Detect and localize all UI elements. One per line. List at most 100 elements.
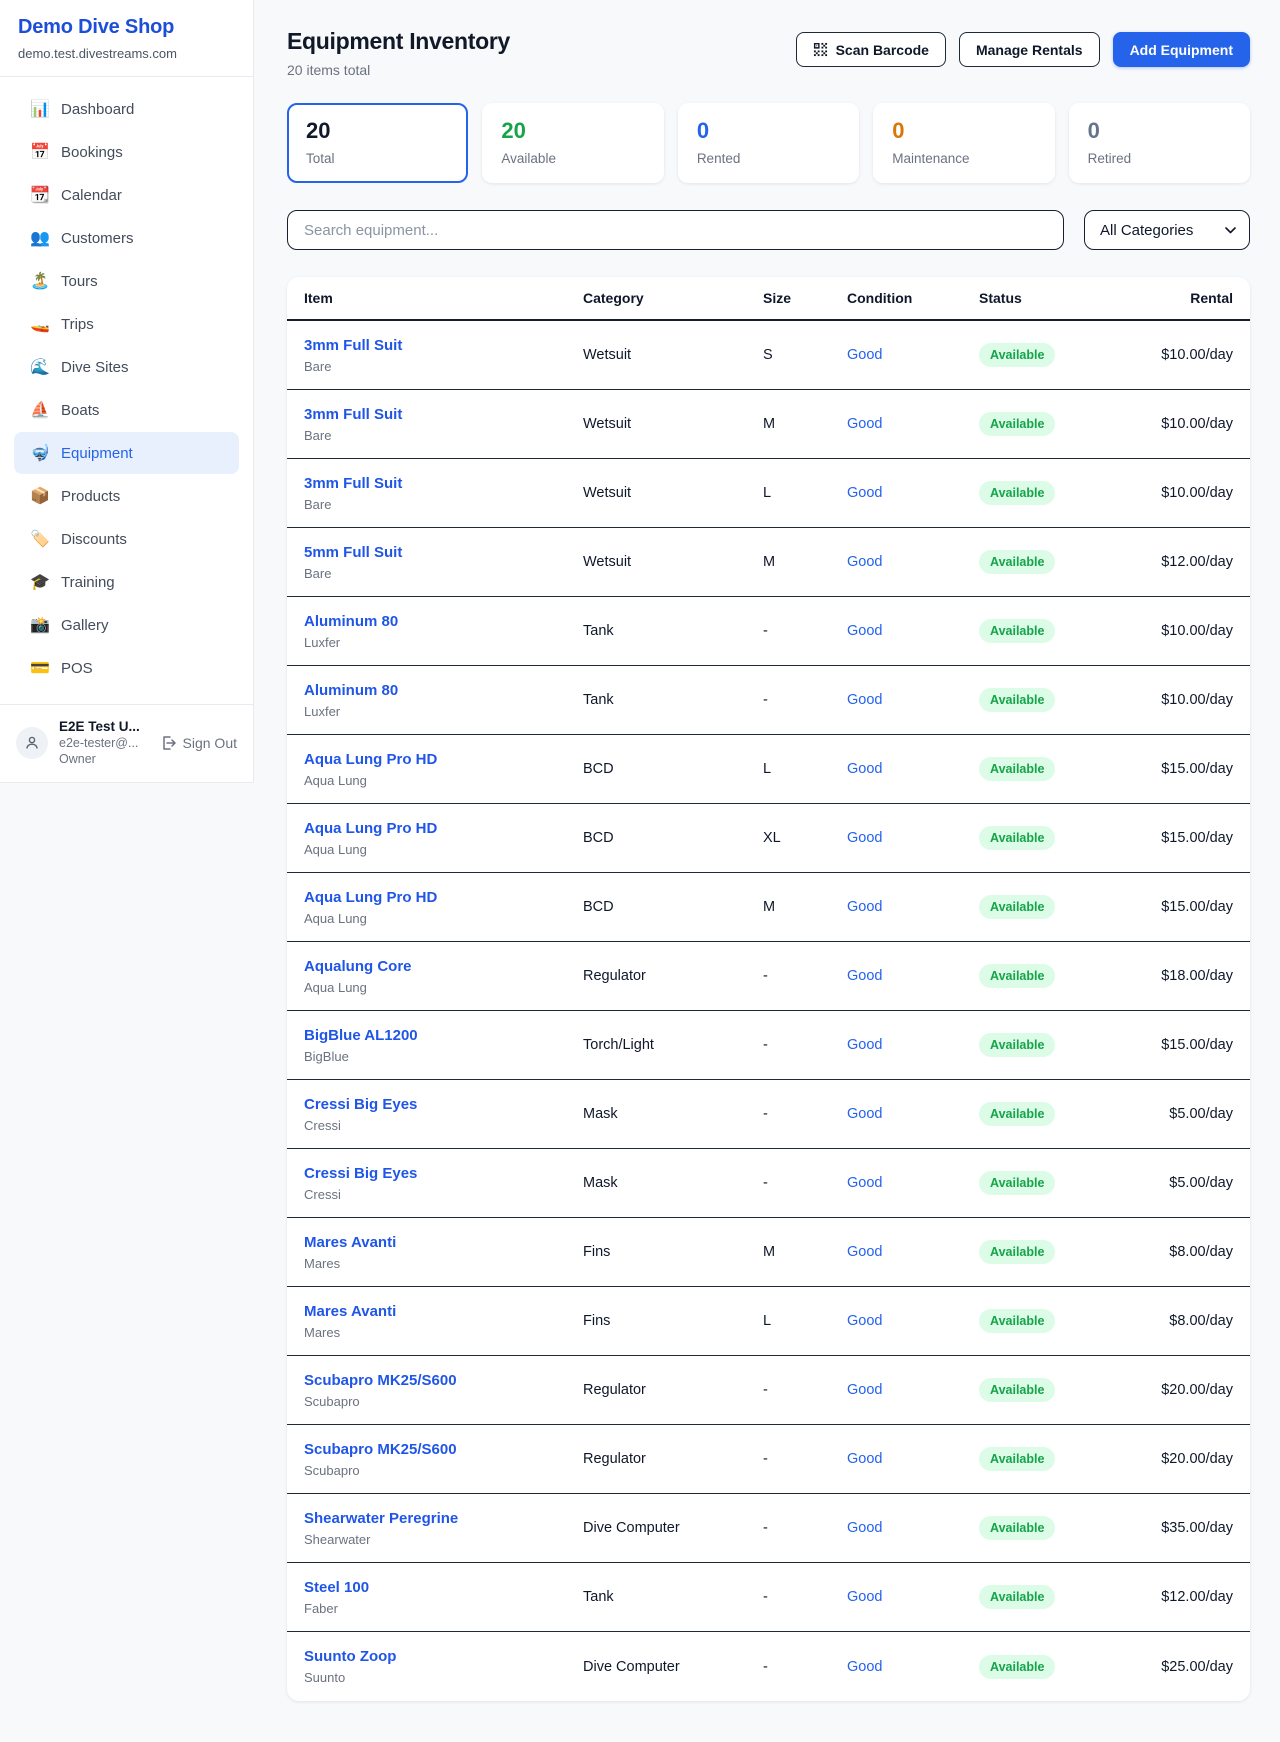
item-name-link[interactable]: Aqualung Core [304,958,412,975]
manage-rentals-label: Manage Rentals [976,42,1083,58]
sidebar-item-training[interactable]: 🎓 Training [14,561,239,603]
scan-barcode-button[interactable]: Scan Barcode [796,32,946,67]
sidebar-item-bookings[interactable]: 📅 Bookings [14,131,239,173]
item-rental-rate: $25.00/day [1119,1659,1233,1675]
item-condition-link[interactable]: Good [847,485,979,501]
item-name-link[interactable]: 3mm Full Suit [304,475,402,492]
item-condition-link[interactable]: Good [847,623,979,639]
item-name-link[interactable]: Mares Avanti [304,1234,396,1251]
brand-title[interactable]: Demo Dive Shop [18,16,235,39]
sidebar-item-pos[interactable]: 💳 POS [14,647,239,689]
item-name-link[interactable]: Cressi Big Eyes [304,1165,417,1182]
sidebar-item-label: Training [61,574,115,591]
stat-card-retired[interactable]: 0 Retired [1069,103,1250,183]
sign-out-button[interactable]: Sign Out [160,735,237,751]
discounts-icon: 🏷️ [30,529,50,549]
pos-icon: 💳 [30,658,50,678]
item-size: - [763,1451,847,1467]
item-brand: Cressi [304,1118,583,1133]
item-condition-link[interactable]: Good [847,1106,979,1122]
sidebar-item-discounts[interactable]: 🏷️ Discounts [14,518,239,560]
stat-card-maintenance[interactable]: 0 Maintenance [873,103,1054,183]
item-name-link[interactable]: 3mm Full Suit [304,337,402,354]
sidebar-item-trips[interactable]: 🚤 Trips [14,303,239,345]
item-condition-link[interactable]: Good [847,1382,979,1398]
add-equipment-button[interactable]: Add Equipment [1113,32,1250,67]
item-condition-link[interactable]: Good [847,968,979,984]
item-name-link[interactable]: Scubapro MK25/S600 [304,1441,457,1458]
table-row: Cressi Big Eyes Cressi Mask - Good Avail… [287,1149,1250,1218]
item-name-link[interactable]: Mares Avanti [304,1303,396,1320]
item-brand: Luxfer [304,704,583,719]
item-name-link[interactable]: Aluminum 80 [304,682,398,699]
item-name-link[interactable]: Aqua Lung Pro HD [304,751,437,768]
item-name-link[interactable]: Aluminum 80 [304,613,398,630]
status-badge: Available [979,619,1055,643]
item-condition-link[interactable]: Good [847,761,979,777]
stat-card-available[interactable]: 20 Available [482,103,663,183]
sidebar-item-equipment[interactable]: 🤿 Equipment [14,432,239,474]
sidebar-item-gallery[interactable]: 📸 Gallery [14,604,239,646]
item-condition-link[interactable]: Good [847,1175,979,1191]
sidebar-item-customers[interactable]: 👥 Customers [14,217,239,259]
manage-rentals-button[interactable]: Manage Rentals [959,32,1100,67]
item-brand: Bare [304,359,583,374]
item-name-link[interactable]: BigBlue AL1200 [304,1027,418,1044]
status-badge: Available [979,1655,1055,1679]
item-condition-link[interactable]: Good [847,1589,979,1605]
item-brand: Bare [304,566,583,581]
item-brand: BigBlue [304,1049,583,1064]
item-condition-link[interactable]: Good [847,347,979,363]
item-name-link[interactable]: 5mm Full Suit [304,544,402,561]
stat-value: 20 [306,118,449,144]
item-size: - [763,1175,847,1191]
item-condition-link[interactable]: Good [847,554,979,570]
item-size: - [763,692,847,708]
sidebar-item-products[interactable]: 📦 Products [14,475,239,517]
sidebar-item-label: Trips [61,316,94,333]
item-condition-link[interactable]: Good [847,1659,979,1675]
stat-label: Maintenance [892,151,1035,166]
sidebar-item-dashboard[interactable]: 📊 Dashboard [14,88,239,130]
table-row: 3mm Full Suit Bare Wetsuit S Good Availa… [287,321,1250,390]
item-condition-link[interactable]: Good [847,899,979,915]
item-condition-link[interactable]: Good [847,1313,979,1329]
item-condition-link[interactable]: Good [847,1451,979,1467]
column-header-category: Category [583,290,763,306]
table-row: Steel 100 Faber Tank - Good Available $1… [287,1563,1250,1632]
status-badge: Available [979,1585,1055,1609]
item-name-link[interactable]: Cressi Big Eyes [304,1096,417,1113]
sidebar-item-dive-sites[interactable]: 🌊 Dive Sites [14,346,239,388]
stat-value: 0 [697,118,840,144]
item-name-link[interactable]: Shearwater Peregrine [304,1510,458,1527]
item-name-link[interactable]: Suunto Zoop [304,1648,396,1665]
item-condition-link[interactable]: Good [847,692,979,708]
item-name-link[interactable]: Aqua Lung Pro HD [304,820,437,837]
item-condition-link[interactable]: Good [847,1244,979,1260]
item-rental-rate: $15.00/day [1119,899,1233,915]
sidebar-item-tours[interactable]: 🏝️ Tours [14,260,239,302]
item-name-link[interactable]: Scubapro MK25/S600 [304,1372,457,1389]
stat-card-total[interactable]: 20 Total [287,103,468,183]
item-rental-rate: $10.00/day [1119,485,1233,501]
item-rental-rate: $8.00/day [1119,1244,1233,1260]
item-condition-link[interactable]: Good [847,1037,979,1053]
sidebar-item-boats[interactable]: ⛵ Boats [14,389,239,431]
item-name-link[interactable]: 3mm Full Suit [304,406,402,423]
search-input[interactable] [287,210,1064,250]
item-condition-link[interactable]: Good [847,416,979,432]
item-condition-link[interactable]: Good [847,830,979,846]
item-condition-link[interactable]: Good [847,1520,979,1536]
stat-card-rented[interactable]: 0 Rented [678,103,859,183]
products-icon: 📦 [30,486,50,506]
item-name-link[interactable]: Aqua Lung Pro HD [304,889,437,906]
item-rental-rate: $35.00/day [1119,1520,1233,1536]
status-badge: Available [979,1240,1055,1264]
sidebar-item-calendar[interactable]: 📆 Calendar [14,174,239,216]
status-badge: Available [979,757,1055,781]
status-badge: Available [979,412,1055,436]
customers-icon: 👥 [30,228,50,248]
category-select[interactable]: All Categories [1084,210,1250,250]
item-name-link[interactable]: Steel 100 [304,1579,369,1596]
item-brand: Aqua Lung [304,842,583,857]
